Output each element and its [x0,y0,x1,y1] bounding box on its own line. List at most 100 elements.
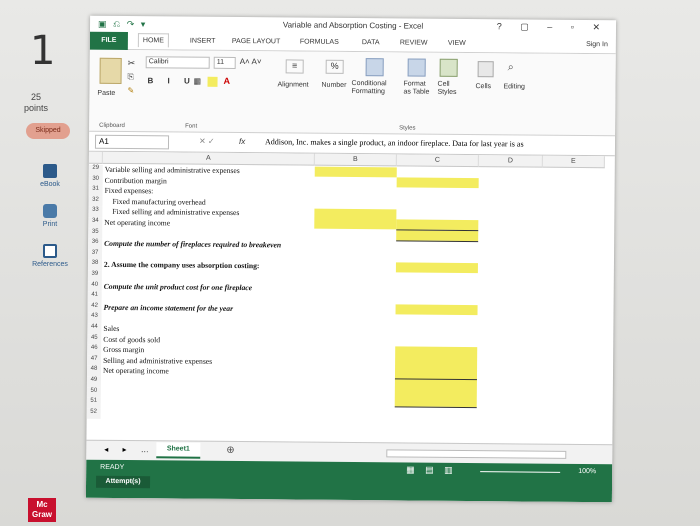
name-box[interactable]: A1 [94,134,170,150]
tab-insert[interactable]: INSERT [190,38,216,45]
row-header[interactable]: 40 [87,281,102,293]
alignment-icon[interactable]: ≡ [285,59,304,74]
row-header[interactable]: 45 [87,334,102,346]
fill-color-icon[interactable] [207,76,218,87]
sign-in-link[interactable]: Sign In [586,41,608,48]
row-header[interactable]: 49 [86,376,101,388]
number-button[interactable]: Number [321,82,346,89]
cell-a42[interactable]: Prepare an income statement for the year [104,303,234,314]
cell-a47[interactable]: Selling and administrative expenses [103,356,212,367]
references-link[interactable]: References [20,244,80,268]
row-header[interactable]: 31 [88,185,103,197]
input-cell-c30[interactable] [396,177,479,189]
cell-a46[interactable]: Gross margin [103,345,144,355]
row-header[interactable]: 52 [86,408,101,420]
horizontal-scrollbar[interactable] [386,449,567,459]
row-header[interactable]: 44 [87,323,102,335]
cell-a33[interactable]: Fixed selling and administrative expense… [112,207,239,218]
cell-a44[interactable]: Sales [103,324,119,334]
paste-button[interactable]: Paste [97,90,115,97]
cell-a38[interactable]: 2. Assume the company uses absorption co… [104,260,260,271]
conditional-formatting-button[interactable]: Conditional Formatting [351,80,401,96]
cut-icon[interactable]: ✂ [128,58,136,69]
row-header[interactable]: 39 [87,270,102,282]
row-header[interactable]: 30 [88,175,103,187]
cell-a31[interactable]: Fixed expenses: [105,186,154,196]
cell-a36[interactable]: Compute the number of fireplaces require… [104,239,281,251]
cell-a30[interactable]: Contribution margin [105,175,167,186]
row-header[interactable]: 36 [88,238,103,250]
cell-a48[interactable]: Net operating income [103,366,169,377]
column-header-a[interactable]: A [102,151,315,166]
sheet-nav-arrows[interactable]: ◂ ▸ … [104,445,155,454]
cell-a29[interactable]: Variable selling and administrative expe… [105,165,240,176]
font-size-select[interactable]: 11 [213,56,236,69]
tab-data[interactable]: DATA [362,39,380,46]
cell-a40[interactable]: Compute the unit product cost for one fi… [104,281,252,292]
tab-review[interactable]: REVIEW [400,39,428,46]
input-cell-c40[interactable] [395,304,478,316]
window-controls[interactable]: ? ▢ – ▫ ✕ [497,21,608,33]
row-header[interactable]: 42 [87,302,102,314]
formula-input[interactable]: Addison, Inc. makes a single product, an… [265,137,605,149]
tab-formulas[interactable]: FORMULAS [300,39,339,46]
font-name-select[interactable]: Calibri [145,56,210,69]
add-sheet-icon[interactable]: ⊕ [226,445,234,456]
spreadsheet-grid[interactable]: A B C D E 29 Variable selling and adminis… [86,151,614,445]
cells-button[interactable]: Cells [475,83,491,90]
cancel-confirm-icons[interactable]: ✕ ✓ [199,137,215,146]
fx-icon[interactable]: fx [239,137,245,146]
alignment-button[interactable]: Alignment [277,81,308,88]
row-header[interactable]: 51 [86,397,101,409]
input-cell-b32-b33[interactable] [314,208,397,230]
conditional-formatting-icon[interactable] [365,58,384,77]
row-header[interactable]: 29 [88,164,103,176]
clipboard-icon[interactable] [99,57,122,84]
column-header-c[interactable]: C [396,154,479,168]
row-header[interactable]: 48 [86,366,102,377]
bold-italic-underline[interactable]: B I U [148,76,196,85]
column-header-b[interactable]: B [314,153,397,167]
attempts-button[interactable]: Attempt(s) [95,475,151,489]
cell-a34[interactable]: Net operating income [104,218,170,229]
input-cell-c34[interactable] [396,230,479,242]
skipped-badge[interactable]: Skipped [26,123,70,139]
borders-icon[interactable]: ▦ [194,77,202,86]
input-cell-c36[interactable] [395,262,478,274]
cell-styles-button[interactable]: Cell Styles [437,81,463,97]
select-all-corner[interactable] [88,151,103,164]
tab-home[interactable]: HOME [137,33,169,48]
print-link[interactable]: Print [20,204,80,228]
format-as-table-icon[interactable] [407,58,426,77]
row-header[interactable]: 50 [86,387,101,399]
row-header[interactable]: 47 [87,355,102,367]
column-header-d[interactable]: D [478,155,543,168]
ebook-link[interactable]: eBook [20,164,80,188]
font-color-icon[interactable]: A [224,76,231,86]
row-header[interactable]: 33 [88,207,103,218]
view-mode-icons[interactable]: ▦ ▤ ▥ [406,464,457,475]
tab-page-layout[interactable]: PAGE LAYOUT [232,38,280,45]
sheet-tab-sheet1[interactable]: Sheet1 [156,442,201,459]
cell-a32[interactable]: Fixed manufacturing overhead [112,197,205,208]
input-cell-b29[interactable] [314,166,397,178]
tab-view[interactable]: VIEW [448,40,466,47]
percent-icon[interactable]: % [325,59,344,74]
row-header[interactable]: 46 [87,344,102,356]
input-cell-c33[interactable] [396,219,479,231]
cells-icon[interactable] [477,61,494,78]
binoculars-icon[interactable]: ⌕ [508,61,514,74]
format-painter-icon[interactable]: ✎ [127,86,134,95]
row-header[interactable]: 37 [87,249,103,261]
row-header[interactable]: 35 [88,228,103,240]
format-as-table-button[interactable]: Format as Table [403,80,433,96]
cell-styles-icon[interactable] [439,58,458,77]
row-header[interactable]: 41 [87,291,102,303]
row-header[interactable]: 43 [87,313,102,324]
row-header[interactable]: 34 [88,217,103,229]
tab-file[interactable]: FILE [89,31,128,51]
editing-button[interactable]: Editing [503,83,524,90]
column-header-e[interactable]: E [542,155,605,169]
copy-icon[interactable]: ⎘ [128,72,134,82]
input-cells-c44-c48[interactable] [394,346,478,408]
